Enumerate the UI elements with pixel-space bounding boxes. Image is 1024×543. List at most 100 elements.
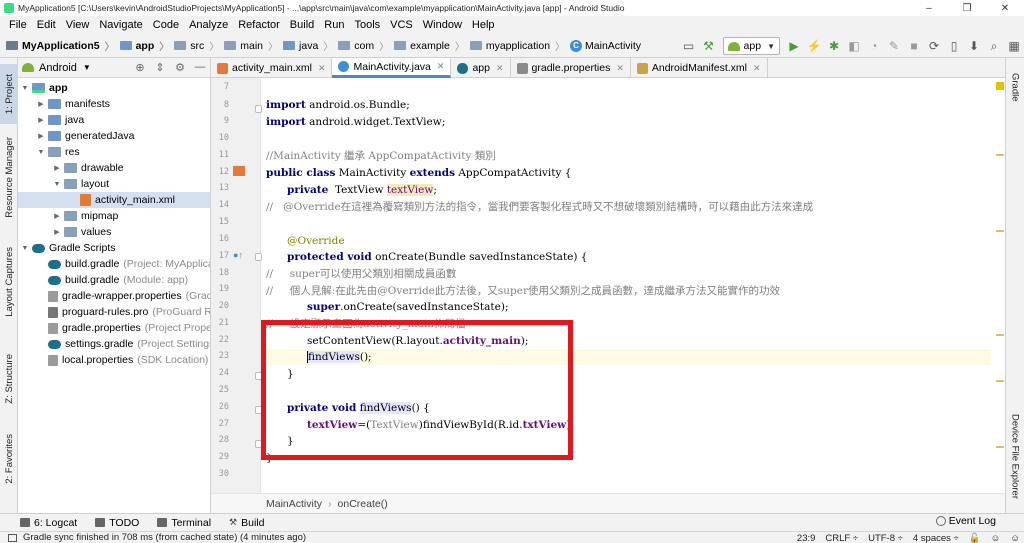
avd-manager-icon[interactable]: ▯ (944, 36, 964, 56)
tab-structure[interactable]: Z: Structure (0, 346, 18, 412)
coverage-icon[interactable]: ◧ (844, 36, 864, 56)
tree-item-settings-gradle[interactable]: settings.gradle (Project Settings (18, 336, 210, 352)
tool-build[interactable]: ⚒ Build (229, 517, 264, 529)
stripe-mark[interactable] (996, 154, 1004, 156)
tab-device-file-explorer[interactable]: Device File Explorer (1006, 406, 1024, 506)
close-icon[interactable]: ✕ (753, 63, 761, 74)
layout-icon[interactable]: ▭ (679, 36, 699, 56)
crumb-app[interactable]: app 〉 (119, 38, 175, 53)
menu-navigate[interactable]: Navigate (94, 19, 147, 31)
maximize-button[interactable]: ❐ (948, 0, 986, 16)
crumb-java[interactable]: java 〉 (283, 38, 338, 53)
tab-favorites[interactable]: 2: Favorites (0, 426, 18, 492)
menu-view[interactable]: View (61, 19, 95, 31)
debug-icon[interactable]: ✱ (824, 36, 844, 56)
crumb-src[interactable]: src 〉 (174, 38, 224, 53)
inspector-face-icon[interactable]: ☺ (991, 533, 1001, 543)
error-stripe[interactable] (996, 80, 1004, 510)
close-icon[interactable]: ✕ (318, 63, 326, 74)
tree-item-build-gradle-project[interactable]: build.gradle (Project: MyApplica (18, 256, 210, 272)
encoding-select[interactable]: UTF-8 ÷ (868, 533, 903, 543)
menu-build[interactable]: Build (285, 19, 319, 31)
hammer-build-icon[interactable]: ⚒ (699, 36, 719, 56)
editor-tab-gradle-properties[interactable]: gradle.properties ✕ (511, 58, 631, 78)
collapse-all-icon[interactable]: ⇕ (150, 61, 170, 74)
tree-item-gradle-wrapper-properties[interactable]: gradle-wrapper.properties (Grac (18, 288, 210, 304)
tree-item-drawable[interactable]: ▶ drawable (18, 160, 210, 176)
tree-item-gradle-scripts[interactable]: ▼ Gradle Scripts (18, 240, 210, 256)
tool-todo[interactable]: TODO (95, 517, 139, 529)
profile-icon[interactable]: ◔ (864, 36, 884, 56)
project-structure-icon[interactable]: ▦ (1004, 36, 1024, 56)
feedback-face-icon[interactable]: ☺ (1010, 533, 1020, 543)
menu-vcs[interactable]: VCS (385, 19, 418, 31)
caret-position[interactable]: 23:9 (797, 533, 816, 543)
search-icon[interactable]: ⌕ (984, 36, 1004, 56)
tree-item-gradle-properties[interactable]: gradle.properties (Project Prope (18, 320, 210, 336)
crosshair-icon[interactable]: ⊕ (130, 61, 150, 74)
crumb-myapplication[interactable]: myapplication 〉 (469, 38, 570, 53)
tool-terminal[interactable]: Terminal (157, 517, 211, 529)
tree-item-local-properties[interactable]: local.properties (SDK Location) (18, 352, 210, 368)
lock-icon[interactable]: 🔓 (969, 533, 981, 543)
stripe-mark[interactable] (996, 446, 1004, 448)
close-icon[interactable]: ✕ (616, 63, 624, 74)
tree-item-mipmap[interactable]: ▶ mipmap (18, 208, 210, 224)
close-icon[interactable]: ✕ (496, 63, 504, 74)
project-view-select[interactable]: Android ▼ (22, 62, 91, 74)
run-icon[interactable]: ▶ (784, 36, 804, 56)
event-log-button[interactable]: Event Log (935, 515, 996, 527)
menu-edit[interactable]: Edit (32, 19, 61, 31)
editor-tab-mainactivity-java[interactable]: MainActivity.java ✕ (332, 58, 452, 78)
crumb-project[interactable]: MyApplication5 〉 (6, 38, 120, 53)
tool-window-toggle-icon[interactable] (8, 533, 17, 542)
editor-tab-activity-main-xml[interactable]: activity_main.xml ✕ (211, 58, 333, 78)
menu-refactor[interactable]: Refactor (233, 19, 285, 31)
tree-item-build-gradle-module[interactable]: build.gradle (Module: app) (18, 272, 210, 288)
crumb-mainactivity[interactable]: C MainActivity (570, 39, 641, 52)
indent-select[interactable]: 4 spaces ÷ (913, 533, 959, 543)
editor-tab-androidmanifest-xml[interactable]: AndroidManifest.xml ✕ (631, 58, 768, 78)
status-message[interactable]: Gradle sync finished in 708 ms (from cac… (23, 532, 306, 543)
crumb-example[interactable]: example 〉 (394, 38, 470, 53)
apply-changes-icon[interactable]: ⚡ (804, 36, 824, 56)
tree-item-values[interactable]: ▶ values (18, 224, 210, 240)
crumb-main[interactable]: main 〉 (224, 38, 283, 53)
breadcrumb-method[interactable]: onCreate() (338, 498, 388, 510)
sdk-manager-icon[interactable]: ⬇ (964, 36, 984, 56)
crumb-com[interactable]: com 〉 (338, 38, 394, 53)
menu-file[interactable]: File (4, 19, 32, 31)
sync-gradle-icon[interactable]: ⟳ (924, 36, 944, 56)
menu-help[interactable]: Help (467, 19, 500, 31)
tree-item-layout[interactable]: ▼ layout (18, 176, 210, 192)
tree-item-generatedjava[interactable]: ▶ generatedJava (18, 128, 210, 144)
stripe-mark[interactable] (996, 230, 1004, 232)
breadcrumb-class[interactable]: MainActivity (266, 498, 322, 510)
override-gutter-icon[interactable]: ●↑ (233, 250, 245, 260)
stripe-mark[interactable] (996, 380, 1004, 382)
close-button[interactable]: ✕ (986, 0, 1024, 16)
tree-item-java[interactable]: ▶ java (18, 112, 210, 128)
editor-tab-app[interactable]: app ✕ (451, 58, 511, 78)
tree-item-res[interactable]: ▼ res (18, 144, 210, 160)
gear-icon[interactable]: ⚙ (170, 61, 190, 74)
menu-run[interactable]: Run (319, 19, 349, 31)
run-config-select[interactable]: app ▼ (722, 37, 780, 55)
minimize-button[interactable]: – (910, 0, 948, 16)
tab-gradle[interactable]: Gradle (1006, 62, 1024, 112)
menu-code[interactable]: Code (148, 19, 184, 31)
attach-debugger-icon[interactable]: ✎ (884, 36, 904, 56)
tab-resource-manager[interactable]: Resource Manager (0, 134, 18, 220)
layout-resource-gutter-icon[interactable] (233, 166, 245, 176)
tab-project[interactable]: 1: Project (0, 64, 18, 124)
tree-item-proguard-rules[interactable]: proguard-rules.pro (ProGuard R (18, 304, 210, 320)
menu-window[interactable]: Window (418, 19, 467, 31)
stop-icon[interactable]: ■ (904, 36, 924, 56)
line-separator-select[interactable]: CRLF ÷ (825, 533, 858, 543)
tab-layout-captures[interactable]: Layout Captures (0, 242, 18, 322)
tree-item-app[interactable]: ▼ app (18, 80, 210, 96)
warning-indicator-icon[interactable] (996, 82, 1004, 90)
close-icon[interactable]: ✕ (437, 61, 445, 72)
tree-item-manifests[interactable]: ▶ manifests (18, 96, 210, 112)
hide-icon[interactable]: — (190, 61, 210, 74)
